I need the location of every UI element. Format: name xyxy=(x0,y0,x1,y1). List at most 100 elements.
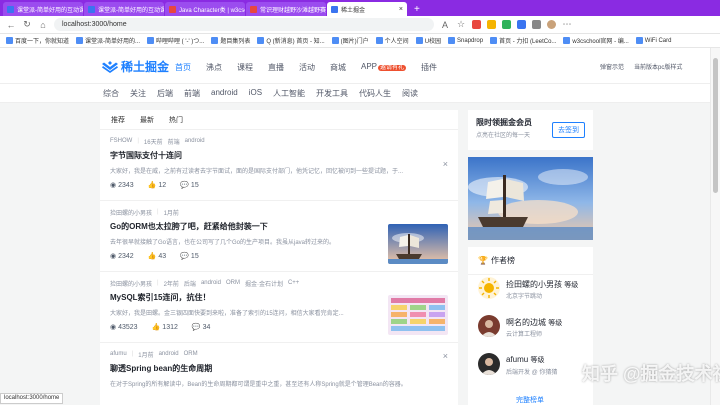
author-name[interactable]: afumu 等级 xyxy=(506,355,544,365)
bookmark-item[interactable]: 课堂派-简单好用的... xyxy=(76,36,140,45)
author-name[interactable]: 啊名的边城 等级 xyxy=(506,317,562,328)
browser-tab[interactable]: 稀土掘金 × xyxy=(327,2,407,16)
sort-tab[interactable]: 最新 xyxy=(140,115,154,124)
stat-views[interactable]: ◉ 2342 xyxy=(110,252,134,261)
nav-item[interactable]: APP 邀请有礼 xyxy=(361,62,407,73)
page-scrollbar-thumb[interactable] xyxy=(713,58,718,193)
category-item[interactable]: 前端 xyxy=(184,88,200,99)
category-item[interactable]: 开发工具 xyxy=(316,88,348,99)
author-item[interactable]: 啊名的边城 等级 云计算工程师 xyxy=(478,315,588,341)
collections-icon[interactable] xyxy=(532,20,541,29)
article-title[interactable]: MySQL索引15连问，抗住！ xyxy=(110,292,380,303)
article-thumbnail[interactable] xyxy=(388,224,448,264)
sort-tab[interactable]: 热门 xyxy=(169,115,183,124)
bookmark-item[interactable]: 百度一下，你就知道 xyxy=(6,36,69,45)
nav-item[interactable]: 活动 xyxy=(299,62,315,73)
article-item[interactable]: FSHOW | 16天前 前端 android 字节国际支付十连问 大家好，我是在威，之前有… xyxy=(100,135,458,201)
article-thumbnail[interactable] xyxy=(388,295,448,335)
browser-tab[interactable]: 课堂派-简单好用的互动课堂管理× xyxy=(84,2,164,16)
article-tag[interactable]: 掘金·金石计划 xyxy=(245,279,283,288)
profile-avatar-icon[interactable] xyxy=(547,20,556,29)
stat-views[interactable]: ◉ 2343 xyxy=(110,181,134,190)
article-item[interactable]: 捡田螺的小男孩 | 2年前 后端 android ORM 掘金·金石计划 C++ MySQL索引… xyxy=(100,277,458,343)
article-tag[interactable]: 后端 xyxy=(184,279,196,288)
extension-icon[interactable] xyxy=(487,20,496,29)
favorite-star-icon[interactable]: ☆ xyxy=(456,19,466,30)
stat-comments[interactable]: 💬 15 xyxy=(180,181,199,190)
bookmark-item[interactable]: Snapdrop xyxy=(448,37,483,44)
bookmark-item[interactable]: 个人空间 xyxy=(375,36,409,45)
article-tag[interactable]: android xyxy=(159,351,179,357)
new-tab-icon[interactable]: + xyxy=(408,2,426,16)
dismiss-article-icon[interactable]: × xyxy=(443,351,448,361)
bookmark-item[interactable]: U校园 xyxy=(415,36,441,45)
browser-tab[interactable]: 常识理财越野沙滩越野赛车竞赛汇× xyxy=(246,2,326,16)
category-item[interactable]: 代码人生 xyxy=(359,88,391,99)
article-tag[interactable]: ORM xyxy=(226,280,240,286)
extension-icon[interactable] xyxy=(472,20,481,29)
home-icon[interactable]: ⌂ xyxy=(38,20,48,30)
sort-tab[interactable]: 推荐 xyxy=(111,115,125,124)
article-item[interactable]: afumu | 1月前 android ORM 聊透Spring bean的生命周期 在对于… xyxy=(100,348,458,405)
article-title[interactable]: 聊透Spring bean的生命周期 xyxy=(110,363,448,374)
header-link[interactable]: 当前版本pc版样式 xyxy=(634,62,682,71)
author-item[interactable]: 捡田螺的小男孩 等级 北京字节跳动 xyxy=(478,277,588,303)
nav-item[interactable]: 首页 xyxy=(175,62,191,73)
nav-item[interactable]: 插件 xyxy=(421,62,437,73)
stat-comments[interactable]: 💬 34 xyxy=(192,323,211,332)
category-item[interactable]: 关注 xyxy=(130,88,146,99)
category-item[interactable]: android xyxy=(211,88,238,99)
stat-likes[interactable]: 👍 1312 xyxy=(152,323,178,332)
article-tag[interactable]: android xyxy=(201,280,221,286)
read-aloud-icon[interactable]: A xyxy=(440,20,450,30)
article-author[interactable]: FSHOW xyxy=(110,138,132,144)
checkin-button[interactable]: 去签到 xyxy=(552,122,585,138)
article-tag[interactable]: ORM xyxy=(184,351,198,357)
bookmark-item[interactable]: 题目集列表 xyxy=(211,36,250,45)
sidebar-banner-image[interactable] xyxy=(468,157,593,240)
article-tag[interactable]: C++ xyxy=(288,280,299,286)
article-author[interactable]: 捡田螺的小男孩 xyxy=(110,208,152,217)
back-icon[interactable]: ← xyxy=(6,20,16,30)
stat-likes[interactable]: 👍 43 xyxy=(148,252,167,261)
category-item[interactable]: 人工智能 xyxy=(273,88,305,99)
article-tag[interactable]: 前端 xyxy=(168,137,180,146)
juejin-logo[interactable]: 稀土掘金 xyxy=(102,58,169,75)
shield-extension-icon[interactable] xyxy=(502,20,511,29)
avatar[interactable] xyxy=(478,315,500,337)
dismiss-article-icon[interactable]: × xyxy=(443,159,448,169)
article-author[interactable]: afumu xyxy=(110,351,127,357)
stat-likes[interactable]: 👍 12 xyxy=(148,181,167,190)
article-author[interactable]: 捡田螺的小男孩 xyxy=(110,279,152,288)
category-item[interactable]: 综合 xyxy=(103,88,119,99)
article-title[interactable]: Go的ORM也太拉胯了吧，赶紧给他封装一下 xyxy=(110,221,380,232)
reload-icon[interactable]: ↻ xyxy=(22,19,32,30)
full-ranking-link[interactable]: 完整榜单 xyxy=(516,395,544,405)
author-item[interactable]: afumu 等级 后端开发 @ 你猜猜 xyxy=(478,353,588,379)
bookmark-item[interactable]: WiFi Card xyxy=(635,37,671,44)
avatar[interactable] xyxy=(478,277,500,299)
category-item[interactable]: iOS xyxy=(249,88,262,99)
stat-comments[interactable]: 💬 15 xyxy=(180,252,199,261)
bookmark-item[interactable]: Q (新消息) 首页 - 知... xyxy=(257,36,325,45)
article-tag[interactable]: android xyxy=(185,138,205,144)
stat-views[interactable]: ◉ 43523 xyxy=(110,323,138,332)
bookmark-item[interactable]: 哔哩哔哩 ( '-' )つ... xyxy=(147,36,204,45)
extension-icon[interactable] xyxy=(517,20,526,29)
nav-item[interactable]: 沸点 xyxy=(206,62,222,73)
header-link[interactable]: 弹窗示范 xyxy=(600,62,624,71)
browser-tab[interactable]: 课堂派-简单好用的互动课堂管理× xyxy=(3,2,83,16)
category-item[interactable]: 后端 xyxy=(157,88,173,99)
article-title[interactable]: 字节国际支付十连问 xyxy=(110,150,448,161)
article-item[interactable]: 捡田螺的小男孩 | 1月前 Go的ORM也太拉胯了吧，赶紧给他封装一下 去年很早就接触了… xyxy=(100,206,458,272)
tab-close-icon[interactable]: × xyxy=(399,6,403,13)
bookmark-item[interactable]: (图片)门户 xyxy=(331,36,369,45)
nav-item[interactable]: 商城 xyxy=(330,62,346,73)
more-menu-icon[interactable]: ⋯ xyxy=(562,19,572,30)
nav-item[interactable]: 直播 xyxy=(268,62,284,73)
browser-tab[interactable]: Java Character类 | w3cschool× xyxy=(165,2,245,16)
bookmark-item[interactable]: w3cschool官网 - 编... xyxy=(563,36,629,45)
nav-item[interactable]: 课程 xyxy=(237,62,253,73)
bookmark-item[interactable]: 首页 - 力扣 (LeetCo... xyxy=(490,36,556,45)
url-input[interactable]: localhost:3000/home xyxy=(54,18,434,31)
